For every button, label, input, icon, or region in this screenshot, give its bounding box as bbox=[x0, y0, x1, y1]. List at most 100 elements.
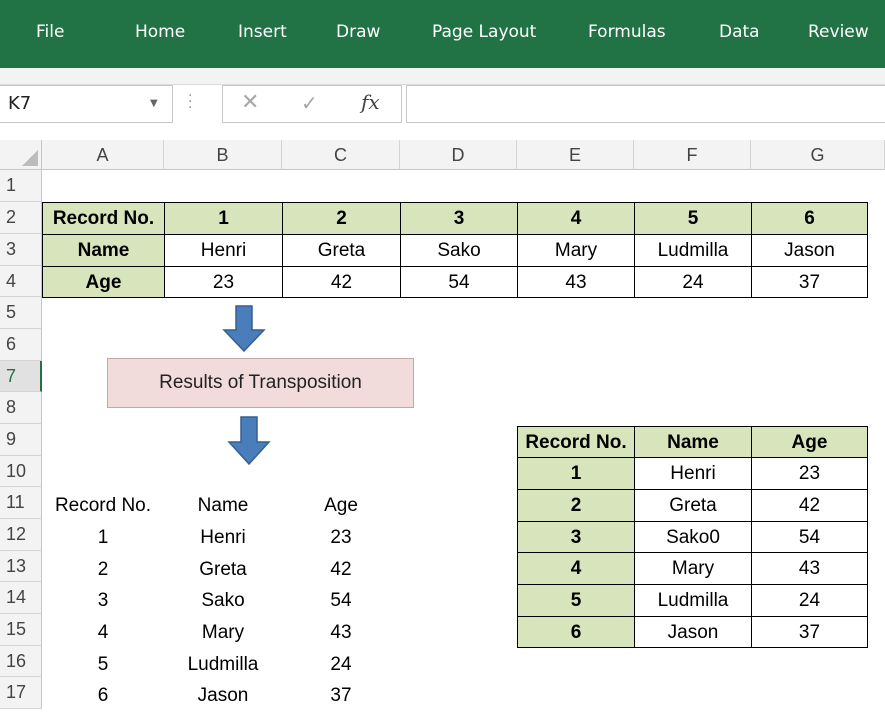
tab-insert[interactable]: Insert bbox=[238, 22, 287, 42]
check-icon[interactable]: ✓ bbox=[301, 91, 318, 115]
row-header-12[interactable]: 12 bbox=[0, 519, 42, 551]
plain-cell[interactable]: 24 bbox=[282, 649, 400, 680]
column-header-f[interactable]: F bbox=[634, 140, 751, 170]
source-name-cell[interactable]: Ludmilla bbox=[634, 234, 752, 267]
tab-review[interactable]: Review bbox=[808, 22, 869, 42]
row-header-13[interactable]: 13 bbox=[0, 551, 42, 582]
result-age-cell[interactable]: 23 bbox=[751, 457, 868, 490]
name-box[interactable]: K7 ▼ bbox=[0, 85, 173, 123]
result-name-cell[interactable]: Mary bbox=[634, 552, 752, 585]
plain-cell[interactable]: Henri bbox=[164, 522, 282, 553]
plain-cell[interactable]: 42 bbox=[282, 554, 400, 585]
result-name-cell[interactable]: Ludmilla bbox=[634, 584, 752, 617]
tab-draw[interactable]: Draw bbox=[336, 22, 380, 42]
column-header-c[interactable]: C bbox=[282, 140, 400, 170]
plain-cell[interactable]: 43 bbox=[282, 617, 400, 648]
source-age-cell[interactable]: 54 bbox=[400, 266, 518, 298]
column-header-b[interactable]: B bbox=[164, 140, 282, 170]
select-all-corner[interactable] bbox=[0, 140, 42, 170]
source-name-cell[interactable]: Henri bbox=[164, 234, 283, 267]
tab-file[interactable]: File bbox=[36, 22, 64, 42]
plain-header-name[interactable]: Name bbox=[164, 490, 282, 521]
plain-cell[interactable]: 1 bbox=[42, 522, 164, 553]
result-name-cell[interactable]: Henri bbox=[634, 457, 752, 490]
source-age-cell[interactable]: 23 bbox=[164, 266, 283, 298]
plain-cell[interactable]: 6 bbox=[42, 680, 164, 711]
row-header-4[interactable]: 4 bbox=[0, 266, 42, 297]
column-header-a[interactable]: A bbox=[42, 140, 164, 170]
row-header-6[interactable]: 6 bbox=[0, 329, 42, 361]
plain-cell[interactable]: Sako bbox=[164, 585, 282, 616]
column-header-g[interactable]: G bbox=[751, 140, 885, 170]
result-record-no-cell[interactable]: 3 bbox=[517, 521, 635, 553]
row-header-15[interactable]: 15 bbox=[0, 614, 42, 646]
source-header-record-no[interactable]: Record No. bbox=[42, 202, 165, 235]
source-record-no-cell[interactable]: 5 bbox=[634, 202, 752, 235]
source-name-cell[interactable]: Greta bbox=[282, 234, 401, 267]
row-header-10[interactable]: 10 bbox=[0, 456, 42, 487]
tab-home[interactable]: Home bbox=[135, 22, 185, 42]
row-header-11[interactable]: 11 bbox=[0, 487, 42, 519]
source-record-no-cell[interactable]: 1 bbox=[164, 202, 283, 235]
result-record-no-cell[interactable]: 1 bbox=[517, 457, 635, 490]
results-label-box[interactable]: Results of Transposition bbox=[107, 358, 414, 408]
source-record-no-cell[interactable]: 4 bbox=[517, 202, 635, 235]
source-header-name[interactable]: Name bbox=[42, 234, 165, 267]
result-age-cell[interactable]: 37 bbox=[751, 616, 868, 648]
tab-data[interactable]: Data bbox=[719, 22, 760, 42]
result-record-no-cell[interactable]: 4 bbox=[517, 552, 635, 585]
plain-cell[interactable]: 54 bbox=[282, 585, 400, 616]
chevron-down-icon[interactable]: ▼ bbox=[150, 98, 158, 109]
row-header-8[interactable]: 8 bbox=[0, 392, 42, 424]
plain-cell[interactable]: 23 bbox=[282, 522, 400, 553]
plain-cell[interactable]: Jason bbox=[164, 680, 282, 711]
result-record-no-cell[interactable]: 2 bbox=[517, 489, 635, 522]
source-record-no-cell[interactable]: 3 bbox=[400, 202, 518, 235]
tab-page-layout[interactable]: Page Layout bbox=[432, 22, 536, 42]
row-header-5[interactable]: 5 bbox=[0, 297, 42, 329]
formula-input[interactable] bbox=[406, 85, 885, 123]
row-header-14[interactable]: 14 bbox=[0, 582, 42, 614]
result-age-cell[interactable]: 24 bbox=[751, 584, 868, 617]
plain-cell[interactable]: Mary bbox=[164, 617, 282, 648]
plain-header-age[interactable]: Age bbox=[282, 490, 400, 521]
source-age-cell[interactable]: 42 bbox=[282, 266, 401, 298]
source-age-cell[interactable]: 43 bbox=[517, 266, 635, 298]
result-age-cell[interactable]: 54 bbox=[751, 521, 868, 553]
result-age-cell[interactable]: 42 bbox=[751, 489, 868, 522]
insert-function-button[interactable]: fx bbox=[361, 90, 380, 114]
source-name-cell[interactable]: Sako bbox=[400, 234, 518, 267]
source-age-cell[interactable]: 37 bbox=[751, 266, 868, 298]
result-age-cell[interactable]: 43 bbox=[751, 552, 868, 585]
tab-formulas[interactable]: Formulas bbox=[588, 22, 666, 42]
result-header-record-no[interactable]: Record No. bbox=[517, 426, 635, 458]
source-name-cell[interactable]: Jason bbox=[751, 234, 868, 267]
result-name-cell[interactable]: Sako0 bbox=[634, 521, 752, 553]
row-header-2[interactable]: 2 bbox=[0, 202, 42, 234]
plain-cell[interactable]: Greta bbox=[164, 554, 282, 585]
source-record-no-cell[interactable]: 6 bbox=[751, 202, 868, 235]
result-name-cell[interactable]: Greta bbox=[634, 489, 752, 522]
source-record-no-cell[interactable]: 2 bbox=[282, 202, 401, 235]
row-header-1[interactable]: 1 bbox=[0, 170, 42, 202]
result-header-name[interactable]: Name bbox=[634, 426, 752, 458]
plain-cell[interactable]: Ludmilla bbox=[164, 649, 282, 680]
source-age-cell[interactable]: 24 bbox=[634, 266, 752, 298]
row-header-17[interactable]: 17 bbox=[0, 677, 42, 709]
plain-header-record-no[interactable]: Record No. bbox=[42, 490, 164, 521]
source-name-cell[interactable]: Mary bbox=[517, 234, 635, 267]
result-record-no-cell[interactable]: 6 bbox=[517, 616, 635, 648]
result-name-cell[interactable]: Jason bbox=[634, 616, 752, 648]
result-header-age[interactable]: Age bbox=[751, 426, 868, 458]
plain-cell[interactable]: 4 bbox=[42, 617, 164, 648]
result-record-no-cell[interactable]: 5 bbox=[517, 584, 635, 617]
row-header-16[interactable]: 16 bbox=[0, 646, 42, 677]
row-header-9[interactable]: 9 bbox=[0, 424, 42, 456]
row-header-3[interactable]: 3 bbox=[0, 234, 42, 266]
resize-handle[interactable]: · · · bbox=[188, 89, 193, 115]
row-header-7[interactable]: 7 bbox=[0, 361, 42, 392]
plain-cell[interactable]: 5 bbox=[42, 649, 164, 680]
plain-cell[interactable]: 3 bbox=[42, 585, 164, 616]
close-icon[interactable]: ✕ bbox=[241, 90, 259, 115]
source-header-age[interactable]: Age bbox=[42, 266, 165, 298]
